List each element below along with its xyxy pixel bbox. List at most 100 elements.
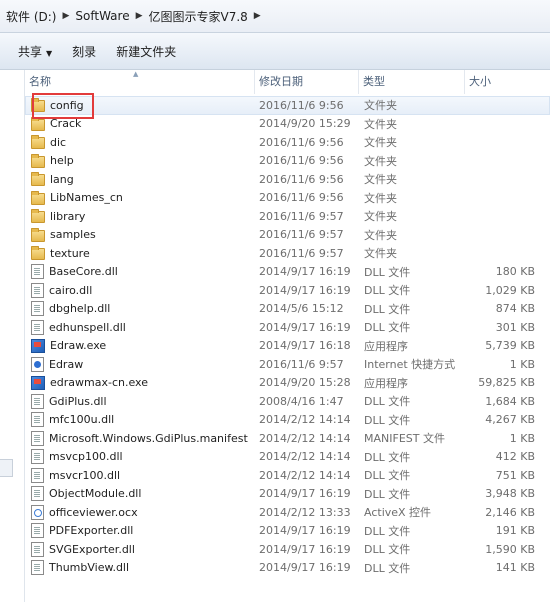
file-row[interactable]: lang 2016/11/6 9:56 文件夹	[25, 170, 550, 189]
breadcrumb-item[interactable]: 软件 (D:)	[0, 8, 60, 25]
file-name: mfc100u.dll	[49, 413, 115, 427]
column-header-size[interactable]: 大小	[465, 70, 535, 94]
file-row[interactable]: help 2016/11/6 9:56 文件夹	[25, 152, 550, 171]
file-name-cell[interactable]: samples	[25, 227, 255, 242]
file-name-cell[interactable]: dic	[25, 135, 255, 150]
file-name-cell[interactable]: msvcp100.dll	[25, 449, 255, 465]
file-name-cell[interactable]: Microsoft.Windows.GdiPlus.manifest	[25, 430, 255, 446]
file-name-cell[interactable]: mfc100u.dll	[25, 412, 255, 428]
file-size: 59,825 KB	[478, 376, 535, 390]
file-name-cell[interactable]: GdiPlus.dll	[25, 393, 255, 409]
navigation-pane-scroll-handle[interactable]	[0, 459, 13, 477]
file-row[interactable]: GdiPlus.dll 2008/4/16 1:47 DLL 文件 1,684 KB	[25, 392, 550, 411]
file-row[interactable]: dic 2016/11/6 9:56 文件夹	[25, 133, 550, 152]
file-type: DLL 文件	[364, 413, 411, 427]
file-name: ObjectModule.dll	[49, 487, 142, 501]
breadcrumb-separator-icon[interactable]: ▶	[60, 11, 71, 21]
file-row[interactable]: msvcr100.dll 2014/2/12 14:14 DLL 文件 751 KB	[25, 466, 550, 485]
new-folder-button[interactable]: 新建文件夹	[106, 43, 186, 60]
file-name-cell[interactable]: Edraw.exe	[25, 338, 255, 353]
file-type: 文件夹	[364, 136, 397, 150]
file-type: 文件夹	[364, 247, 397, 261]
file-row[interactable]: msvcp100.dll 2014/2/12 14:14 DLL 文件 412 KB	[25, 448, 550, 467]
file-row[interactable]: LibNames_cn 2016/11/6 9:56 文件夹	[25, 189, 550, 208]
file-row[interactable]: dbghelp.dll 2014/5/6 15:12 DLL 文件 874 KB	[25, 300, 550, 319]
file-date: 2008/4/16 1:47	[259, 394, 344, 408]
file-type: DLL 文件	[364, 265, 411, 279]
file-row[interactable]: BaseCore.dll 2014/9/17 16:19 DLL 文件 180 KB	[25, 263, 550, 282]
file-row[interactable]: samples 2016/11/6 9:57 文件夹	[25, 226, 550, 245]
share-button[interactable]: 共享 ▼	[0, 43, 62, 60]
dll-file-icon	[31, 541, 44, 557]
file-date: 2014/9/17 16:19	[259, 487, 351, 501]
file-name-cell[interactable]: library	[25, 209, 255, 224]
file-name-cell[interactable]: officeviewer.ocx	[25, 504, 255, 520]
file-row[interactable]: SVGExporter.dll 2014/9/17 16:19 DLL 文件 1,59…	[25, 540, 550, 559]
file-name-cell[interactable]: dbghelp.dll	[25, 301, 255, 317]
file-name-cell[interactable]: SVGExporter.dll	[25, 541, 255, 557]
file-row[interactable]: texture 2016/11/6 9:57 文件夹	[25, 244, 550, 263]
column-type-label: 类型	[363, 75, 385, 88]
file-type: DLL 文件	[364, 302, 411, 316]
file-name-cell[interactable]: Edraw	[25, 356, 255, 372]
file-name: BaseCore.dll	[49, 265, 118, 279]
file-row[interactable]: officeviewer.ocx 2014/2/12 13:33 ActiveX 控…	[25, 503, 550, 522]
file-row[interactable]: library 2016/11/6 9:57 文件夹	[25, 207, 550, 226]
file-name-cell[interactable]: LibNames_cn	[25, 190, 255, 205]
file-date: 2014/9/17 16:19	[259, 561, 351, 575]
file-name-cell[interactable]: PDFExporter.dll	[25, 523, 255, 539]
file-type: 文件夹	[364, 191, 397, 205]
file-row[interactable]: Crack 2014/9/20 15:29 文件夹	[25, 115, 550, 134]
file-row[interactable]: ObjectModule.dll 2014/9/17 16:19 DLL 文件 3,9…	[25, 485, 550, 504]
file-date: 2016/11/6 9:56	[259, 154, 344, 168]
file-row[interactable]: edrawmax-cn.exe 2014/9/20 15:28 应用程序 59,825…	[25, 374, 550, 393]
file-name: LibNames_cn	[50, 191, 123, 205]
file-name-cell[interactable]: help	[25, 153, 255, 168]
file-name-cell[interactable]: edrawmax-cn.exe	[25, 375, 255, 390]
dll-file-icon	[31, 282, 44, 298]
file-row[interactable]: Microsoft.Windows.GdiPlus.manifest 2014/2…	[25, 429, 550, 448]
file-name-cell[interactable]: cairo.dll	[25, 282, 255, 298]
column-header-name[interactable]: 名称 ▲	[25, 70, 255, 94]
file-row[interactable]: cairo.dll 2014/9/17 16:19 DLL 文件 1,029 KB	[25, 281, 550, 300]
file-date: 2014/2/12 14:14	[259, 431, 351, 445]
file-type: 文件夹	[364, 117, 397, 131]
file-name-cell[interactable]: BaseCore.dll	[25, 264, 255, 280]
file-row[interactable]: Edraw 2016/11/6 9:57 Internet 快捷方式 1 KB	[25, 355, 550, 374]
file-type: DLL 文件	[364, 395, 411, 409]
breadcrumb-separator-icon[interactable]: ▶	[252, 11, 263, 21]
dll-file-icon	[31, 523, 44, 539]
file-row[interactable]: config 2016/11/6 9:56 文件夹	[25, 96, 550, 115]
column-header-date[interactable]: 修改日期	[255, 70, 359, 94]
file-date: 2014/9/17 16:18	[259, 339, 351, 353]
breadcrumb-separator-icon[interactable]: ▶	[134, 11, 145, 21]
dll-file-icon	[31, 412, 44, 428]
file-size: 1,684 KB	[485, 394, 535, 408]
file-row[interactable]: Edraw.exe 2014/9/17 16:18 应用程序 5,739 KB	[25, 337, 550, 356]
dll-file-icon	[31, 486, 44, 502]
file-row[interactable]: ThumbView.dll 2014/9/17 16:19 DLL 文件 141 KB	[25, 559, 550, 578]
dll-file-icon	[31, 301, 44, 317]
file-name-cell[interactable]: ThumbView.dll	[25, 560, 255, 576]
column-header-type[interactable]: 类型	[359, 70, 465, 94]
file-name-cell[interactable]: texture	[25, 246, 255, 261]
breadcrumb-item[interactable]: 亿图图示专家V7.8	[145, 8, 252, 25]
dll-file-icon	[31, 393, 44, 409]
folder-icon	[31, 209, 45, 224]
file-size: 141 KB	[495, 561, 535, 575]
file-row[interactable]: mfc100u.dll 2014/2/12 14:14 DLL 文件 4,267 KB	[25, 411, 550, 430]
file-row[interactable]: PDFExporter.dll 2014/9/17 16:19 DLL 文件 191 …	[25, 522, 550, 541]
file-date: 2014/5/6 15:12	[259, 302, 344, 316]
manifest-file-icon	[31, 430, 44, 446]
file-date: 2014/9/17 16:19	[259, 265, 351, 279]
breadcrumb-item[interactable]: SoftWare	[71, 9, 133, 23]
file-name-cell[interactable]: edhunspell.dll	[25, 319, 255, 335]
file-type: MANIFEST 文件	[364, 432, 445, 446]
file-name-cell[interactable]: lang	[25, 172, 255, 187]
exe-icon	[31, 375, 45, 390]
file-name-cell[interactable]: ObjectModule.dll	[25, 486, 255, 502]
file-row[interactable]: edhunspell.dll 2014/9/17 16:19 DLL 文件 301 K…	[25, 318, 550, 337]
column-size-label: 大小	[469, 75, 491, 88]
file-name-cell[interactable]: msvcr100.dll	[25, 467, 255, 483]
burn-button[interactable]: 刻录	[62, 43, 106, 60]
